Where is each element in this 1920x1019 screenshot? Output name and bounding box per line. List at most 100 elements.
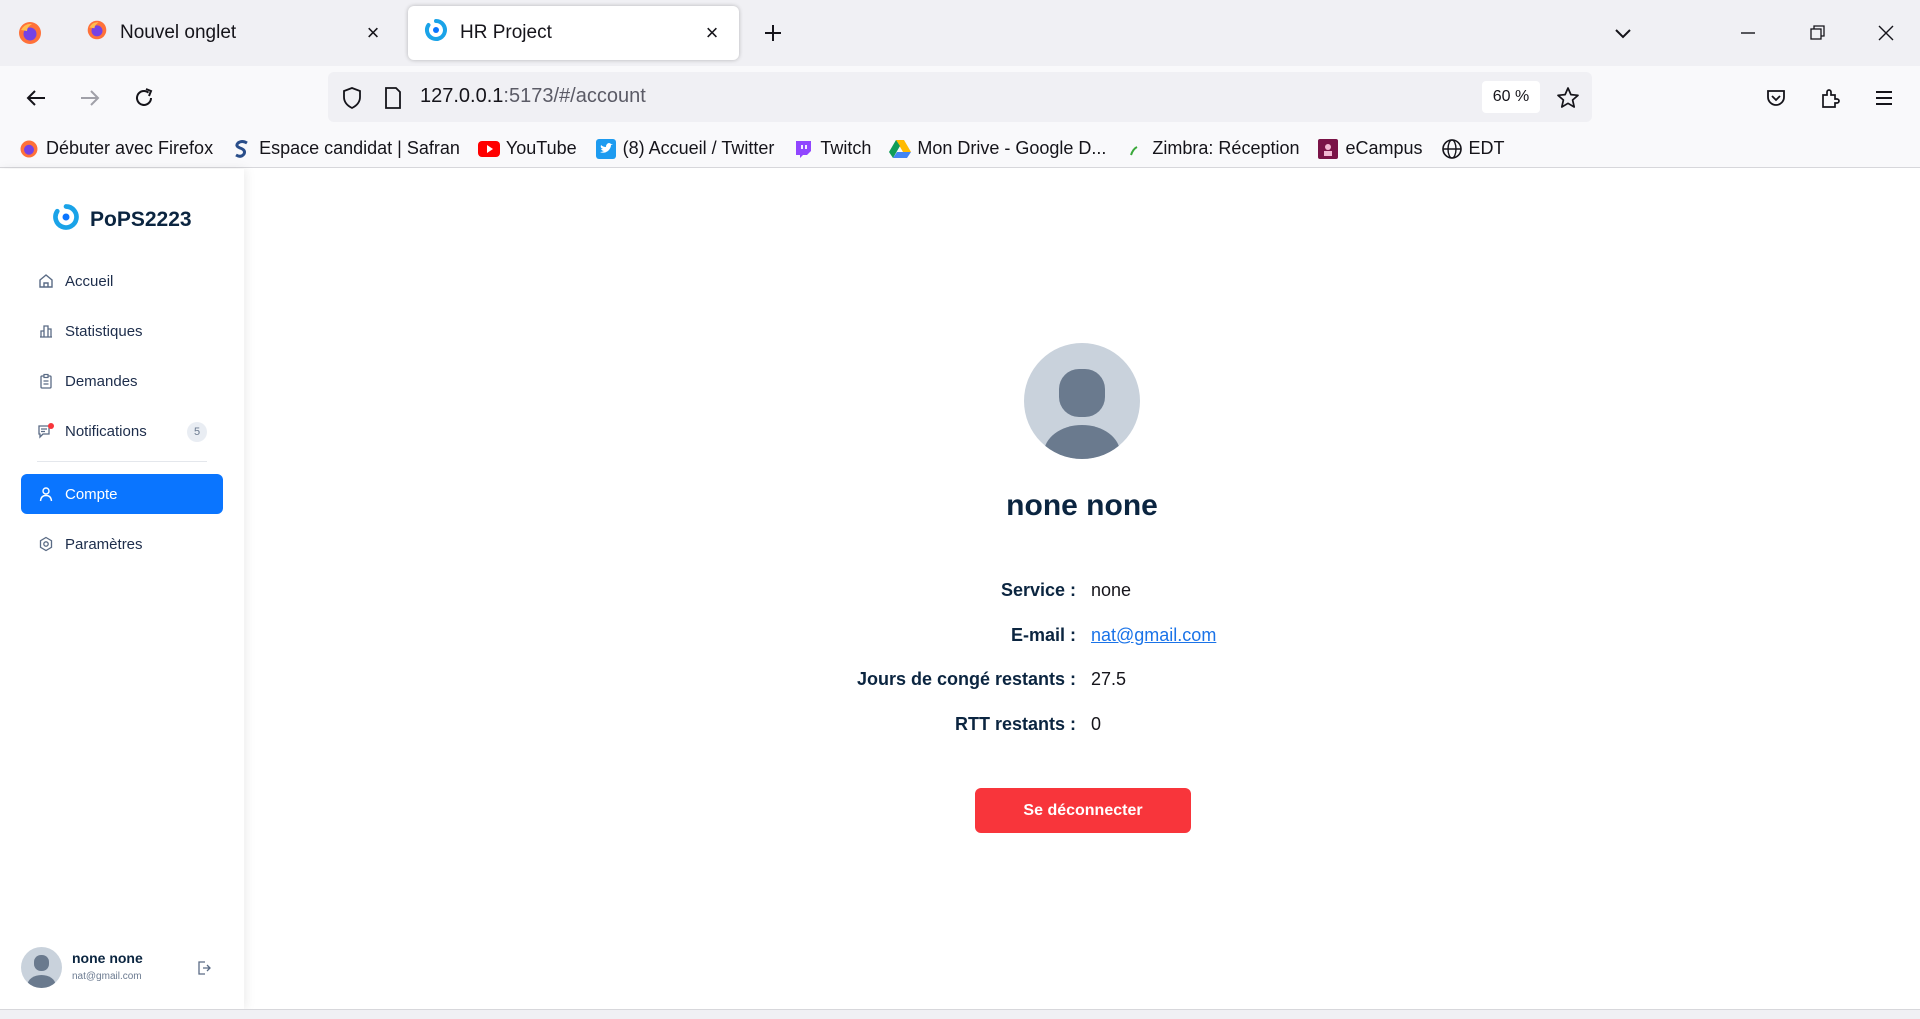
- window-bottom-edge: [0, 1009, 1920, 1019]
- logout-button[interactable]: Se déconnecter: [975, 788, 1191, 833]
- bookmarks-toolbar: Débuter avec Firefox Espace candidat | S…: [0, 130, 1920, 168]
- minimize-icon[interactable]: [1731, 16, 1765, 50]
- info-row-email: E-mail : nat@gmail.com: [834, 625, 1330, 649]
- bookmark-edt[interactable]: EDT: [1441, 138, 1505, 160]
- pocket-icon[interactable]: [1758, 80, 1794, 116]
- google-drive-icon: [889, 138, 912, 160]
- firefox-icon: [86, 19, 108, 47]
- brand[interactable]: PoPS2223: [52, 203, 192, 236]
- address-bar[interactable]: 127.0.0.1:5173/#/account 60 %: [328, 72, 1592, 122]
- back-arrow-icon[interactable]: [18, 80, 54, 116]
- bookmark-label: eCampus: [1345, 138, 1423, 158]
- app-content: PoPS2223 Accueil Statistiques Demandes N…: [0, 169, 1920, 1009]
- bookmark-label: EDT: [1468, 138, 1505, 158]
- bookmark-label: Twitch: [820, 138, 872, 158]
- bookmark-star-icon[interactable]: [1552, 82, 1584, 114]
- close-tab-icon[interactable]: ×: [362, 20, 384, 45]
- tab-strip: Nouvel onglet × HR Project ×: [0, 0, 1920, 66]
- new-tab-icon[interactable]: [756, 16, 790, 50]
- notification-count-badge: 5: [187, 422, 207, 442]
- firefox-menu-icon[interactable]: [12, 17, 48, 49]
- user-email: nat@gmail.com: [72, 971, 142, 982]
- bookmark-youtube[interactable]: YouTube: [477, 138, 577, 160]
- menu-divider: [37, 461, 207, 462]
- bookmark-label: Débuter avec Firefox: [46, 138, 214, 158]
- bookmark-label: Espace candidat | Safran: [259, 138, 460, 158]
- gear-icon: [37, 535, 55, 553]
- info-row-service: Service : none: [834, 580, 1330, 604]
- clipboard-icon: [37, 372, 55, 390]
- bar-chart-icon: [37, 322, 55, 340]
- restore-icon[interactable]: [1800, 16, 1834, 50]
- sidebar-item-label: Compte: [65, 485, 118, 503]
- zimbra-icon: [1124, 138, 1146, 160]
- bookmark-google-drive[interactable]: Mon Drive - Google D...: [889, 138, 1106, 160]
- url-path: :5173/#/account: [503, 85, 646, 107]
- avatar[interactable]: [21, 947, 62, 988]
- bookmark-label: YouTube: [505, 138, 577, 158]
- reload-icon[interactable]: [126, 80, 162, 116]
- sidebar-item-label: Notifications: [65, 422, 147, 440]
- safran-icon: [231, 138, 253, 160]
- page-info-icon[interactable]: [380, 84, 406, 112]
- youtube-icon: [477, 138, 500, 160]
- sidebar: PoPS2223 Accueil Statistiques Demandes N…: [0, 169, 244, 1009]
- info-value: 27.5: [1091, 669, 1127, 689]
- bookmark-label: Zimbra: Réception: [1152, 138, 1300, 158]
- ecampus-icon: [1317, 138, 1339, 160]
- logout-icon[interactable]: [193, 957, 215, 979]
- sidebar-item-compte[interactable]: Compte: [21, 474, 223, 514]
- info-row-rtt: RTT restants : 0: [834, 714, 1330, 738]
- info-label: Jours de congé restants :: [856, 669, 1076, 689]
- bookmark-twitch[interactable]: Twitch: [792, 138, 871, 160]
- sidebar-user-card: none none nat@gmail.com: [21, 947, 221, 989]
- list-tabs-chevron-icon[interactable]: [1606, 16, 1640, 50]
- app-logo-icon: [52, 203, 80, 236]
- sidebar-item-notifications[interactable]: Notifications 5: [21, 411, 223, 451]
- zoom-level-badge[interactable]: 60 %: [1482, 81, 1540, 113]
- bookmark-label: Mon Drive - Google D...: [917, 138, 1107, 158]
- info-label: RTT restants :: [954, 714, 1076, 734]
- twitter-icon: [595, 138, 617, 160]
- sidebar-item-label: Paramètres: [65, 535, 143, 553]
- sidebar-item-label: Accueil: [65, 272, 114, 290]
- user-icon: [37, 485, 55, 503]
- bookmark-zimbra[interactable]: Zimbra: Réception: [1124, 138, 1299, 160]
- firefox-icon: [18, 138, 40, 160]
- tab-title: Nouvel onglet: [120, 22, 237, 43]
- tab-title: HR Project: [460, 22, 552, 43]
- close-window-icon[interactable]: [1869, 16, 1903, 50]
- app-logo-icon: [424, 18, 448, 48]
- navigation-toolbar: 127.0.0.1:5173/#/account 60 %: [0, 66, 1920, 130]
- url-text[interactable]: 127.0.0.1:5173/#/account: [420, 85, 646, 108]
- info-value: 0: [1091, 714, 1102, 734]
- email-link[interactable]: nat@gmail.com: [1091, 625, 1216, 646]
- bookmark-safran[interactable]: Espace candidat | Safran: [231, 138, 460, 160]
- info-label: E-mail :: [1010, 625, 1076, 645]
- bookmark-label: (8) Accueil / Twitter: [622, 138, 775, 158]
- notification-message-icon: [37, 422, 55, 440]
- tracking-shield-icon[interactable]: [338, 84, 366, 112]
- bookmark-debuter-firefox[interactable]: Débuter avec Firefox: [18, 138, 213, 160]
- user-name: none none: [72, 950, 143, 966]
- sidebar-item-label: Demandes: [65, 372, 138, 390]
- sidebar-item-parametres[interactable]: Paramètres: [21, 524, 223, 564]
- twitch-icon: [792, 138, 814, 160]
- forward-arrow-icon[interactable]: [72, 80, 108, 116]
- hamburger-menu-icon[interactable]: [1866, 80, 1902, 116]
- sidebar-item-demandes[interactable]: Demandes: [21, 361, 223, 401]
- profile-avatar: [1024, 343, 1140, 459]
- sidebar-item-statistiques[interactable]: Statistiques: [21, 311, 223, 351]
- profile-name: none none: [1006, 489, 1158, 522]
- sidebar-menu: Accueil Statistiques Demandes Notificati…: [21, 261, 223, 574]
- tab-new-tab[interactable]: Nouvel onglet ×: [70, 6, 400, 60]
- extensions-icon[interactable]: [1812, 80, 1848, 116]
- close-tab-icon[interactable]: ×: [701, 20, 723, 45]
- info-label: Service :: [1000, 580, 1076, 600]
- home-icon: [37, 272, 55, 290]
- sidebar-item-label: Statistiques: [65, 322, 143, 340]
- sidebar-item-accueil[interactable]: Accueil: [21, 261, 223, 301]
- bookmark-twitter[interactable]: (8) Accueil / Twitter: [595, 138, 775, 160]
- tab-hr-project[interactable]: HR Project ×: [408, 6, 739, 60]
- bookmark-ecampus[interactable]: eCampus: [1317, 138, 1423, 160]
